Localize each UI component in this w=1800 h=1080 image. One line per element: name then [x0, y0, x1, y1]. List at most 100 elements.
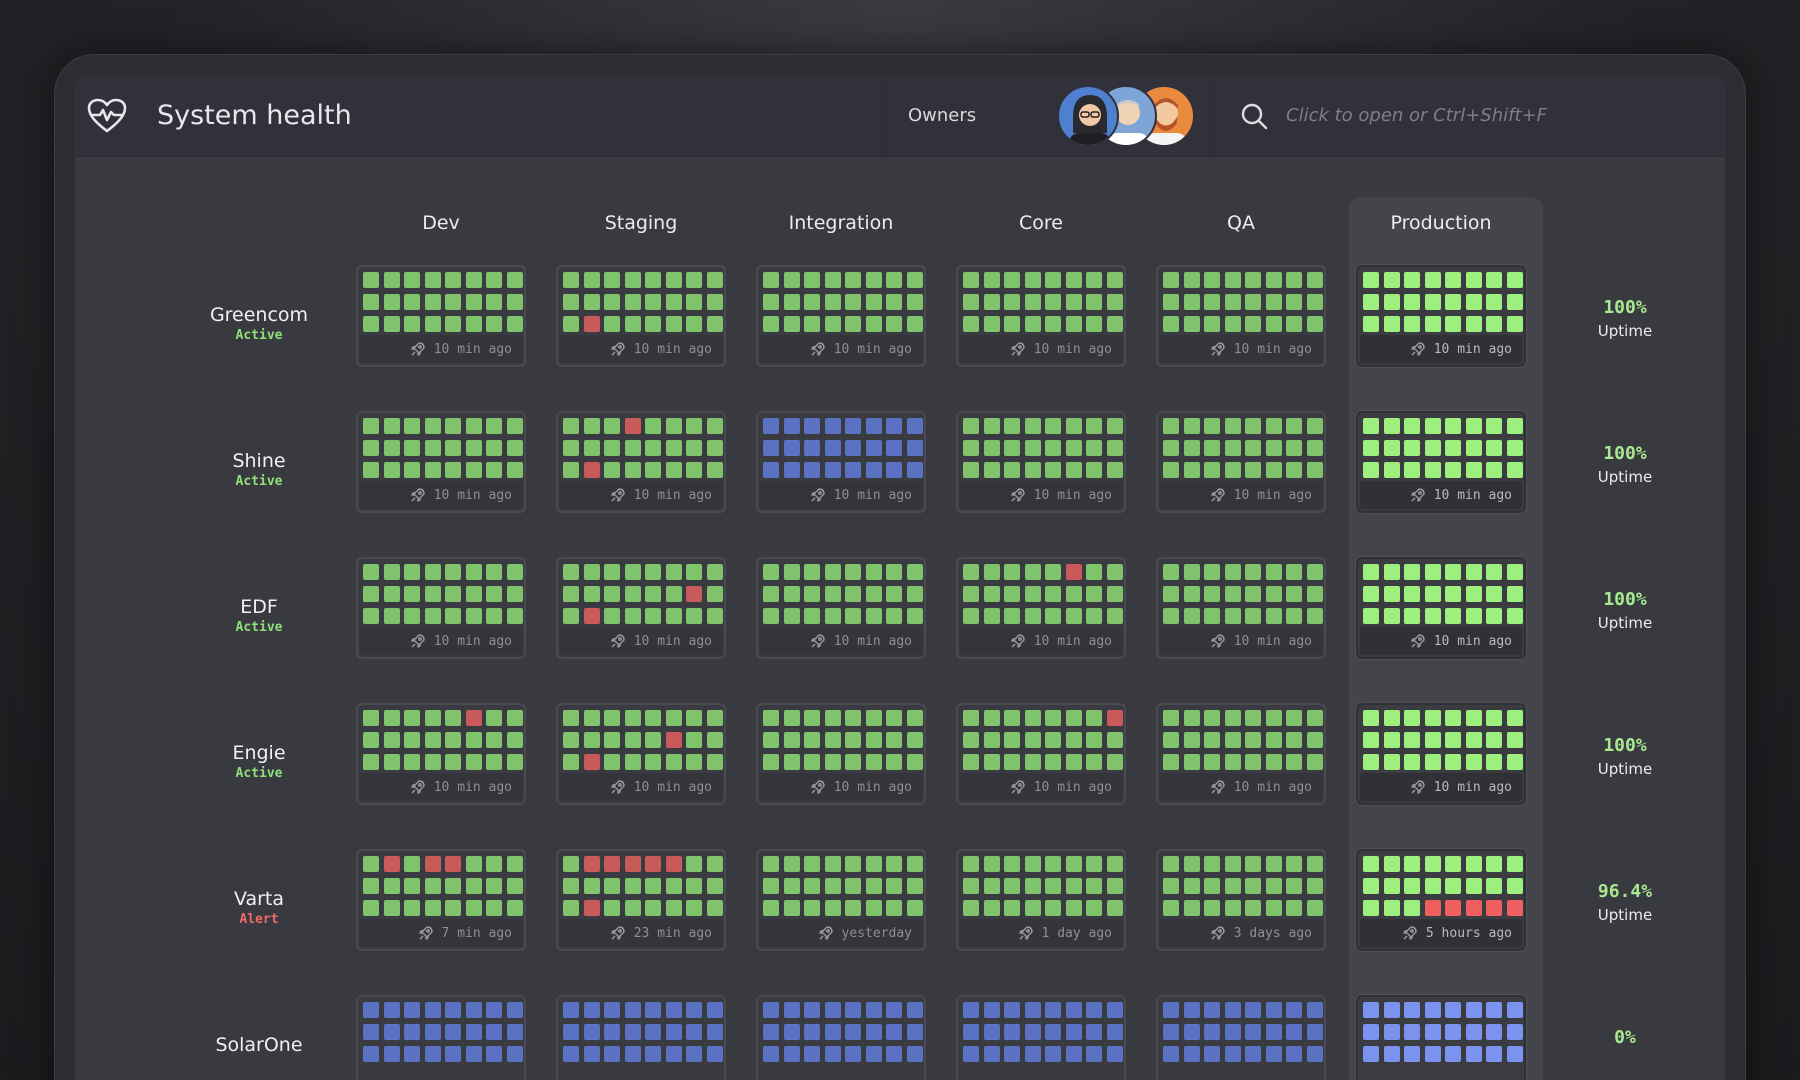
status-cell[interactable]: [686, 878, 702, 894]
status-cell[interactable]: [1163, 316, 1179, 332]
status-cell[interactable]: [1465, 732, 1482, 748]
status-cell[interactable]: [1363, 272, 1379, 288]
status-cell[interactable]: [1065, 1024, 1082, 1040]
status-cell[interactable]: [686, 754, 702, 770]
status-cell[interactable]: [983, 316, 1000, 332]
status-cell[interactable]: [583, 1002, 600, 1018]
status-cell[interactable]: [783, 856, 800, 872]
status-cell[interactable]: [383, 608, 400, 624]
status-cell[interactable]: [1486, 754, 1502, 770]
status-cell[interactable]: [445, 586, 461, 602]
status-cell[interactable]: [1004, 316, 1020, 332]
status-cell[interactable]: [563, 586, 579, 602]
status-cell[interactable]: [583, 1046, 600, 1062]
status-cell[interactable]: [1224, 294, 1241, 310]
status-cell[interactable]: [1404, 564, 1420, 580]
status-cell[interactable]: [1224, 564, 1241, 580]
status-cell[interactable]: [404, 440, 420, 456]
status-cell[interactable]: [383, 316, 400, 332]
status-cell[interactable]: [845, 732, 861, 748]
status-cell[interactable]: [1445, 732, 1461, 748]
status-cell[interactable]: [445, 1046, 461, 1062]
status-cell[interactable]: [824, 710, 841, 726]
status-cell[interactable]: [363, 462, 379, 478]
status-cell[interactable]: [1024, 440, 1041, 456]
status-cell[interactable]: [686, 732, 702, 748]
status-cell[interactable]: [983, 564, 1000, 580]
status-cell[interactable]: [1065, 900, 1082, 916]
status-cell[interactable]: [624, 564, 641, 580]
status-cell[interactable]: [604, 732, 620, 748]
status-cell[interactable]: [424, 294, 441, 310]
status-cell[interactable]: [824, 608, 841, 624]
health-card[interactable]: 10 min ago: [1156, 411, 1326, 513]
status-cell[interactable]: [1506, 856, 1523, 872]
status-cell[interactable]: [465, 272, 482, 288]
status-cell[interactable]: [665, 1002, 682, 1018]
status-cell[interactable]: [1086, 418, 1102, 434]
status-cell[interactable]: [1404, 1046, 1420, 1062]
status-cell[interactable]: [624, 900, 641, 916]
status-cell[interactable]: [1465, 710, 1482, 726]
status-cell[interactable]: [1245, 608, 1261, 624]
status-cell[interactable]: [886, 440, 902, 456]
status-cell[interactable]: [465, 1024, 482, 1040]
status-cell[interactable]: [563, 462, 579, 478]
status-cell[interactable]: [886, 462, 902, 478]
status-cell[interactable]: [465, 586, 482, 602]
status-cell[interactable]: [886, 878, 902, 894]
status-cell[interactable]: [404, 418, 420, 434]
status-cell[interactable]: [404, 710, 420, 726]
status-cell[interactable]: [1086, 1046, 1102, 1062]
status-cell[interactable]: [1286, 586, 1302, 602]
status-cell[interactable]: [583, 732, 600, 748]
status-cell[interactable]: [1086, 462, 1102, 478]
status-cell[interactable]: [1065, 564, 1082, 580]
column-header-integration[interactable]: Integration: [751, 212, 931, 234]
status-cell[interactable]: [424, 440, 441, 456]
status-cell[interactable]: [865, 608, 882, 624]
status-cell[interactable]: [486, 1024, 502, 1040]
status-cell[interactable]: [783, 586, 800, 602]
status-cell[interactable]: [686, 900, 702, 916]
status-cell[interactable]: [1004, 418, 1020, 434]
status-cell[interactable]: [906, 294, 923, 310]
status-cell[interactable]: [383, 440, 400, 456]
status-cell[interactable]: [1204, 272, 1220, 288]
health-card[interactable]: 10 min ago: [756, 557, 926, 659]
status-cell[interactable]: [563, 316, 579, 332]
status-cell[interactable]: [886, 1024, 902, 1040]
health-card[interactable]: 10 min ago: [956, 411, 1126, 513]
status-cell[interactable]: [1163, 900, 1179, 916]
owners-panel[interactable]: Owners: [882, 75, 1214, 157]
status-cell[interactable]: [1306, 462, 1323, 478]
status-cell[interactable]: [906, 440, 923, 456]
status-cell[interactable]: [665, 294, 682, 310]
status-cell[interactable]: [465, 418, 482, 434]
status-cell[interactable]: [865, 878, 882, 894]
status-cell[interactable]: [1465, 564, 1482, 580]
status-cell[interactable]: [1506, 1024, 1523, 1040]
status-cell[interactable]: [763, 316, 779, 332]
status-cell[interactable]: [1265, 856, 1282, 872]
status-cell[interactable]: [1265, 586, 1282, 602]
row-label[interactable]: Varta Alert: [179, 888, 339, 927]
status-cell[interactable]: [963, 1002, 979, 1018]
status-cell[interactable]: [363, 856, 379, 872]
status-cell[interactable]: [1024, 1002, 1041, 1018]
status-cell[interactable]: [1183, 272, 1200, 288]
status-cell[interactable]: [983, 1046, 1000, 1062]
health-card[interactable]: 10 min ago: [356, 265, 526, 367]
status-cell[interactable]: [1363, 294, 1379, 310]
status-cell[interactable]: [583, 418, 600, 434]
status-cell[interactable]: [886, 586, 902, 602]
status-cell[interactable]: [624, 1046, 641, 1062]
status-cell[interactable]: [824, 1046, 841, 1062]
status-cell[interactable]: [1163, 878, 1179, 894]
status-cell[interactable]: [486, 462, 502, 478]
status-cell[interactable]: [1486, 586, 1502, 602]
status-cell[interactable]: [1404, 1002, 1420, 1018]
health-card[interactable]: 10 min ago: [756, 411, 926, 513]
status-cell[interactable]: [1065, 418, 1082, 434]
status-cell[interactable]: [445, 878, 461, 894]
